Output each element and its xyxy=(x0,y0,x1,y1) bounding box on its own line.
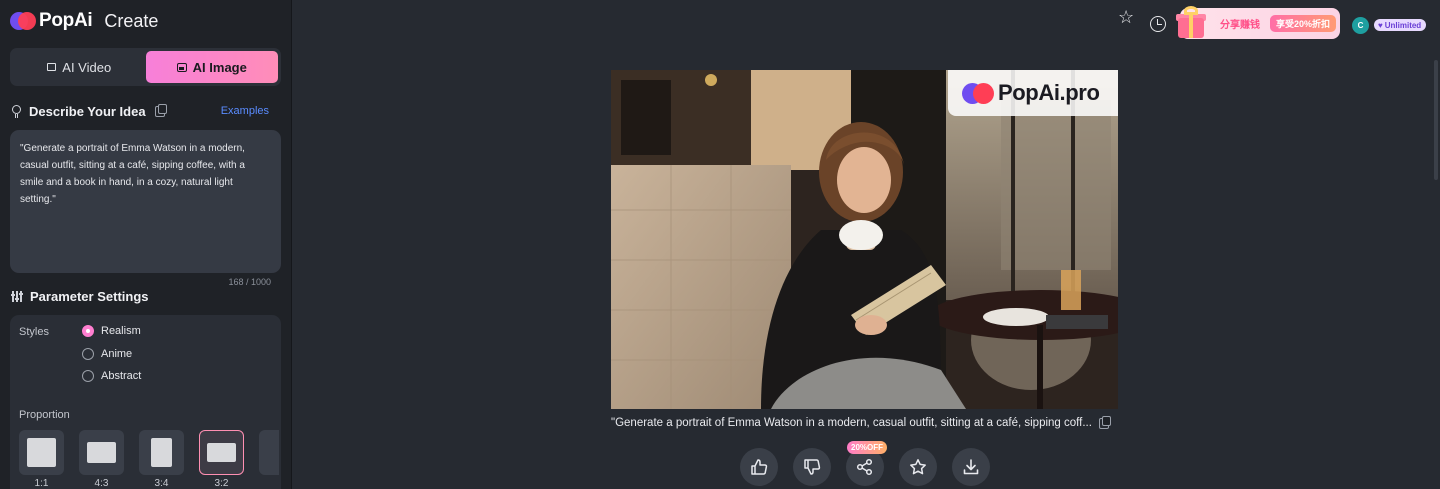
mode-switch: AI Video AI Image xyxy=(10,48,281,86)
popai-logo-icon xyxy=(10,11,36,31)
params-header: Parameter Settings xyxy=(11,289,149,304)
plan-badge[interactable]: ♥ Unlimited xyxy=(1374,19,1427,31)
proportion-label: Proportion xyxy=(19,409,70,421)
watermark-text: PopAi.pro xyxy=(998,80,1100,105)
ratio-1-1-button[interactable] xyxy=(19,430,64,475)
lightbulb-icon xyxy=(11,104,22,119)
generated-photo xyxy=(611,70,1118,409)
discount-badge: 20%OFF xyxy=(847,441,888,454)
examples-link[interactable]: Examples xyxy=(221,105,269,117)
brand[interactable]: PopAi Create xyxy=(10,9,158,33)
wide-ratio-icon xyxy=(207,443,236,462)
radio-icon[interactable] xyxy=(82,348,94,360)
promo-discount-tag: 享受20%折扣 xyxy=(1270,15,1337,32)
history-icon[interactable] xyxy=(1150,16,1166,32)
watermark: PopAi.pro xyxy=(948,70,1118,116)
params-title: Parameter Settings xyxy=(30,289,149,304)
describe-title: Describe Your Idea xyxy=(29,104,146,119)
star-icon[interactable]: ☆ xyxy=(1118,8,1134,26)
radio-icon[interactable] xyxy=(82,370,94,382)
logo-text: PopAi xyxy=(39,10,93,31)
thumbs-up-icon xyxy=(751,459,768,475)
ratio-caption: 3:4 xyxy=(154,478,169,489)
style-option-label: Abstract xyxy=(101,370,142,382)
radio-checked-icon[interactable] xyxy=(82,325,94,337)
promo-text: 分享赚钱 xyxy=(1220,20,1260,31)
styles-label: Styles xyxy=(19,326,49,338)
style-option-label: Realism xyxy=(101,325,141,337)
params-panel: Styles Realism Anime Abstract Proportion… xyxy=(10,315,281,489)
ratio-3-2-button[interactable] xyxy=(199,430,244,475)
prompt-textarea[interactable]: "Generate a portrait of Emma Watson in a… xyxy=(10,130,281,273)
favorite-button[interactable] xyxy=(899,448,937,486)
ratio-4-3-button[interactable] xyxy=(79,430,124,475)
style-option-anime[interactable]: Anime xyxy=(82,348,132,360)
generated-image[interactable]: PopAi.pro xyxy=(611,70,1118,409)
ratio-more-button[interactable] xyxy=(259,430,279,475)
describe-header: Describe Your Idea xyxy=(11,104,167,119)
tab-ai-image-label: AI Image xyxy=(192,59,247,75)
tab-ai-video[interactable]: AI Video xyxy=(13,51,146,83)
star-icon xyxy=(910,459,926,475)
image-caption: "Generate a portrait of Emma Watson in a… xyxy=(611,415,1121,429)
gift-icon xyxy=(1176,6,1208,40)
ratio-caption: 3:2 xyxy=(214,478,229,489)
main-area: ☆ 分享赚钱 享受20%折扣 C ♥ Unlimited PopAi.pro "… xyxy=(292,0,1440,489)
sliders-icon xyxy=(11,291,23,302)
square-ratio-icon xyxy=(27,438,56,467)
char-counter: 168 / 1000 xyxy=(228,277,271,287)
popai-logo-icon xyxy=(962,81,996,105)
style-option-abstract[interactable]: Abstract xyxy=(82,370,141,382)
ratio-3-4-button[interactable] xyxy=(139,430,184,475)
copy-icon[interactable] xyxy=(154,104,167,117)
caption-text: "Generate a portrait of Emma Watson in a… xyxy=(611,417,1092,429)
ratio-caption: 4:3 xyxy=(94,478,109,489)
scrollbar[interactable] xyxy=(1434,60,1438,180)
sidebar: PopAi Create AI Video AI Image Describe … xyxy=(0,0,292,489)
download-button[interactable] xyxy=(952,448,990,486)
plan-badge-label: Unlimited xyxy=(1384,20,1422,30)
video-icon xyxy=(47,63,57,71)
thumbs-down-icon xyxy=(804,459,821,475)
portrait-ratio-icon xyxy=(151,438,172,467)
promo-banner[interactable]: 分享赚钱 享受20%折扣 xyxy=(1176,6,1340,39)
ratio-caption: 1:1 xyxy=(34,478,49,489)
tab-ai-image[interactable]: AI Image xyxy=(145,51,278,83)
avatar[interactable]: C xyxy=(1352,17,1369,34)
style-option-realism[interactable]: Realism xyxy=(82,325,141,337)
dislike-button[interactable] xyxy=(793,448,831,486)
image-icon xyxy=(176,62,187,72)
download-icon xyxy=(963,459,979,475)
share-icon xyxy=(856,458,873,476)
landscape-ratio-icon xyxy=(87,442,116,463)
diamond-icon: ♥ xyxy=(1378,20,1383,30)
tab-ai-video-label: AI Video xyxy=(62,59,112,75)
style-option-label: Anime xyxy=(101,348,133,360)
copy-icon[interactable] xyxy=(1098,415,1111,429)
app: PopAi Create AI Video AI Image Describe … xyxy=(0,0,1440,489)
section-title: Create xyxy=(104,10,159,31)
like-button[interactable] xyxy=(740,448,778,486)
